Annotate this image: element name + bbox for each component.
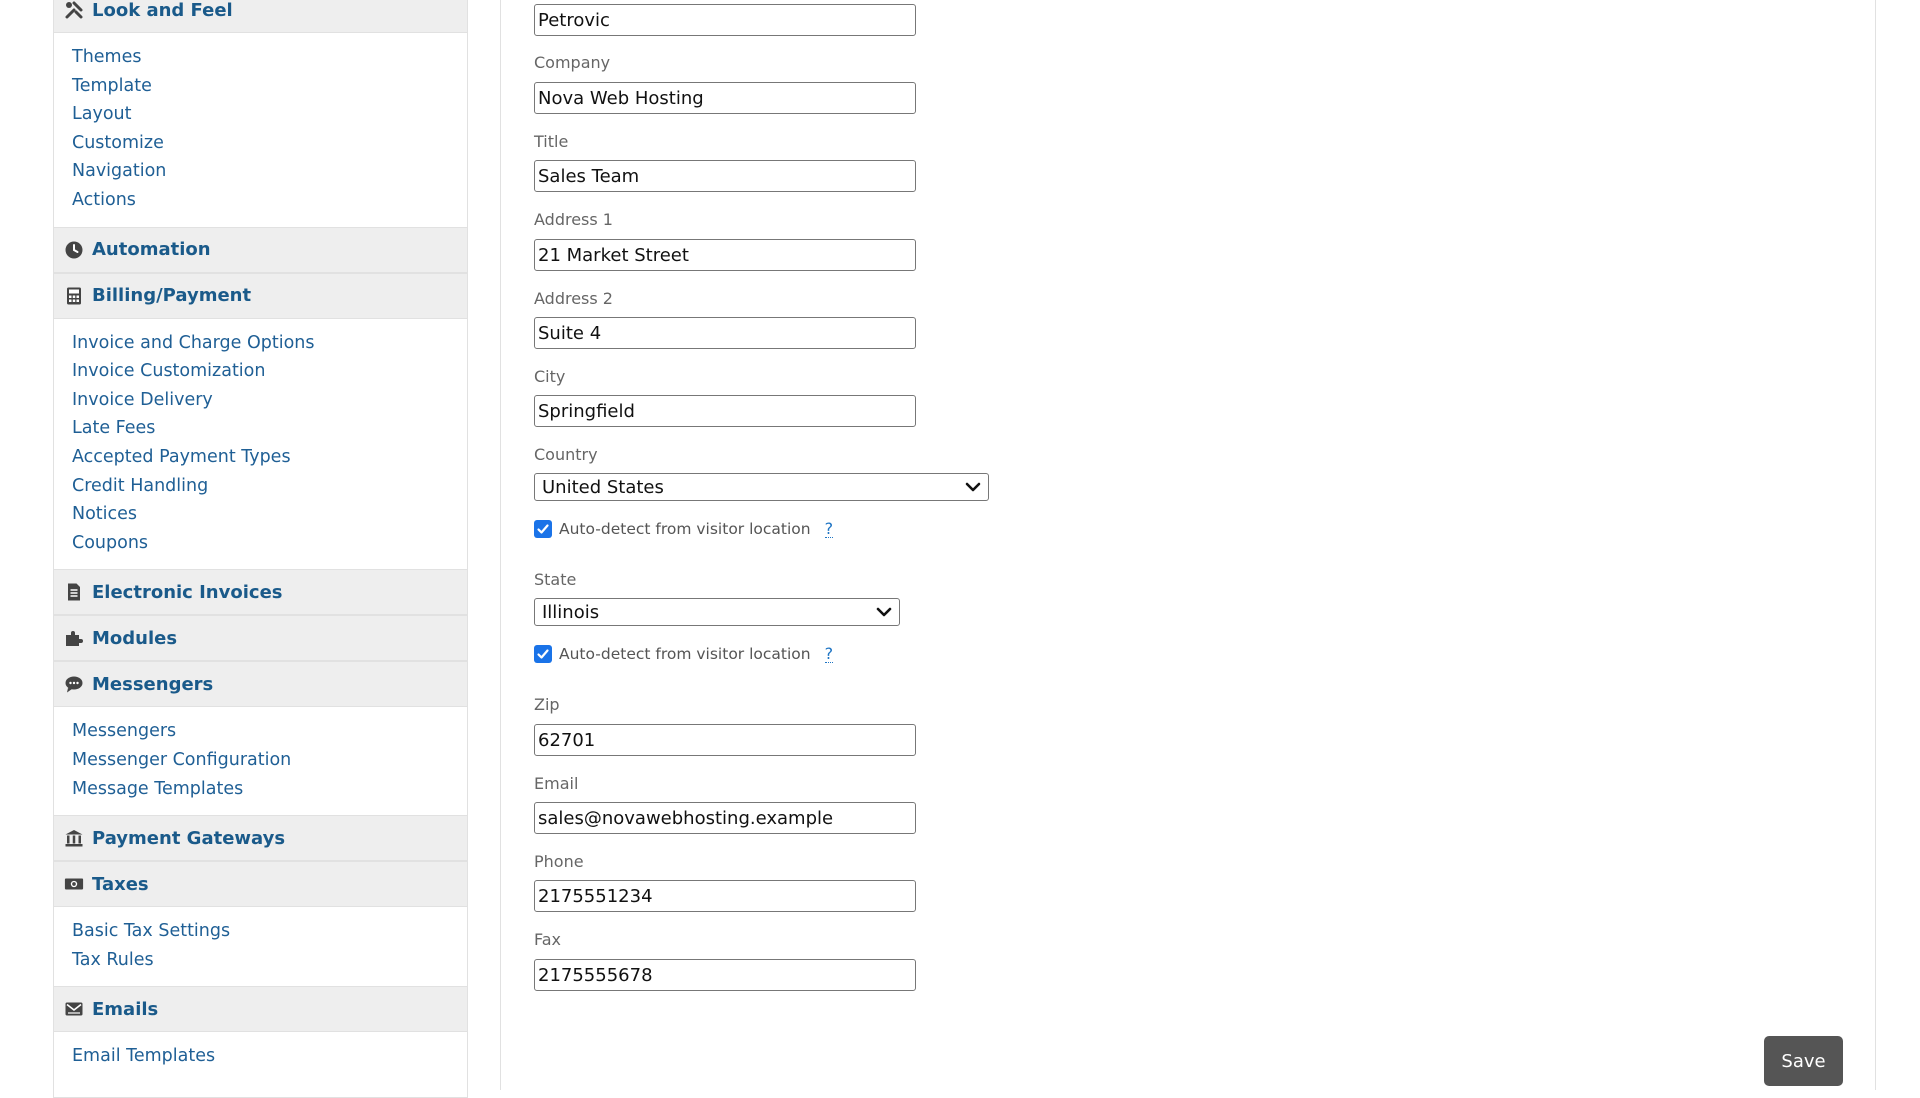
sidebar-item-notices[interactable]: Notices (72, 500, 467, 529)
country-autodetect-row: Auto-detect from visitor location ? (534, 520, 834, 538)
company-label: Company (534, 53, 611, 72)
phone-field[interactable] (534, 880, 916, 912)
state-autodetect-checkbox[interactable] (534, 645, 552, 663)
envelope-icon (64, 999, 84, 1019)
sidebar-item-message-templates[interactable]: Message Templates (72, 775, 467, 804)
sidebar-section-links: Messengers Messenger Configuration Message… (54, 707, 467, 815)
sidebar-section-label: Taxes (92, 873, 149, 895)
address1-field[interactable] (534, 239, 916, 271)
sidebar-section-messengers[interactable]: Messengers (54, 661, 467, 708)
sidebar-section-label: Modules (92, 627, 178, 649)
sidebar-section-links: Basic Tax Settings Tax Rules (54, 907, 467, 986)
sidebar-item-invoice-customization[interactable]: Invoice Customization (72, 357, 467, 386)
sidebar-section-label: Electronic Invoices (92, 581, 283, 603)
state-label: State (534, 570, 577, 589)
sidebar-item-accepted-payment-types[interactable]: Accepted Payment Types (72, 443, 467, 472)
sidebar-section-electronic-invoices[interactable]: Electronic Invoices (54, 569, 467, 616)
state-autodetect-row: Auto-detect from visitor location ? (534, 645, 834, 663)
sidebar-item-customize[interactable]: Customize (72, 129, 467, 158)
chevron-down-icon (965, 482, 981, 492)
clock-icon (64, 240, 84, 260)
sidebar-section-emails[interactable]: Emails (54, 986, 467, 1033)
email-field[interactable] (534, 802, 916, 834)
address1-label: Address 1 (534, 210, 613, 229)
country-autodetect-help-link[interactable]: ? (824, 520, 834, 538)
sidebar-section-label: Payment Gateways (92, 827, 286, 849)
city-field[interactable] (534, 395, 916, 427)
company-field[interactable] (534, 82, 916, 114)
sidebar-item-invoice-and-charge-options[interactable]: Invoice and Charge Options (72, 329, 467, 358)
sidebar-section-taxes[interactable]: Taxes (54, 861, 467, 908)
sidebar-section-automation[interactable]: Automation (54, 226, 467, 273)
state-select[interactable]: Illinois (534, 598, 900, 626)
chat-icon (64, 674, 84, 694)
state-autodetect-label: Auto-detect from visitor location (559, 645, 811, 663)
state-autodetect-help-link[interactable]: ? (824, 645, 834, 663)
sidebar-item-credit-handling[interactable]: Credit Handling (72, 472, 467, 501)
sidebar-section-links: Invoice and Charge Options Invoice Custom… (54, 319, 467, 570)
sidebar-item-messengers[interactable]: Messengers (72, 717, 467, 746)
sidebar-section-label: Automation (92, 239, 211, 261)
sidebar-section-look-and-feel[interactable]: Look and Feel (54, 0, 467, 33)
sidebar-section-label: Emails (92, 998, 159, 1020)
sidebar-item-coupons[interactable]: Coupons (72, 529, 467, 558)
sidebar-section-label: Look and Feel (92, 0, 233, 21)
chevron-down-icon (876, 607, 892, 617)
sidebar-item-template[interactable]: Template (72, 72, 467, 101)
city-label: City (534, 367, 566, 386)
address2-label: Address 2 (534, 289, 613, 308)
sidebar-item-invoice-delivery[interactable]: Invoice Delivery (72, 386, 467, 415)
document-icon (64, 582, 84, 602)
title-label: Title (534, 132, 569, 151)
bank-icon (64, 828, 84, 848)
sidebar-section-payment-gateways[interactable]: Payment Gateways (54, 815, 467, 862)
sidebar-item-late-fees[interactable]: Late Fees (72, 414, 467, 443)
country-autodetect-checkbox[interactable] (534, 520, 552, 538)
sidebar-item-themes[interactable]: Themes (72, 43, 467, 72)
money-icon (64, 874, 84, 894)
sidebar-item-layout[interactable]: Layout (72, 100, 467, 129)
phone-label: Phone (534, 852, 584, 871)
address2-field[interactable] (534, 317, 916, 349)
country-label: Country (534, 445, 598, 464)
sidebar-item-messenger-configuration[interactable]: Messenger Configuration (72, 746, 467, 775)
check-icon (537, 649, 549, 659)
sidebar: Look and Feel Themes Template Layout Customi… (53, 0, 468, 1098)
fax-field[interactable] (534, 959, 916, 991)
save-button[interactable]: Save (1764, 1036, 1843, 1086)
country-autodetect-label: Auto-detect from visitor location (559, 520, 811, 538)
email-label: Email (534, 774, 579, 793)
country-select[interactable]: United States (534, 473, 989, 501)
sidebar-section-billing-payment[interactable]: Billing/Payment (54, 272, 467, 319)
fax-label: Fax (534, 930, 562, 949)
sidebar-section-label: Messengers (92, 673, 214, 695)
zip-label: Zip (534, 695, 560, 714)
zip-field[interactable] (534, 724, 916, 756)
state-select-value: Illinois (542, 601, 600, 623)
sidebar-item-basic-tax-settings[interactable]: Basic Tax Settings (72, 917, 467, 946)
last-name-field[interactable] (534, 4, 916, 36)
sidebar-item-actions[interactable]: Actions (72, 186, 467, 215)
check-icon (537, 524, 549, 534)
sidebar-section-links: Email Templates (54, 1032, 467, 1083)
tools-icon (64, 0, 84, 20)
sidebar-section-label: Billing/Payment (92, 285, 252, 307)
sidebar-item-email-templates[interactable]: Email Templates (72, 1042, 467, 1071)
sidebar-item-tax-rules[interactable]: Tax Rules (72, 946, 467, 975)
country-select-value: United States (542, 476, 664, 498)
sidebar-section-links: Themes Template Layout Customize Navigation A… (54, 33, 467, 227)
sidebar-section-modules[interactable]: Modules (54, 615, 467, 662)
title-field[interactable] (534, 160, 916, 192)
puzzle-icon (64, 628, 84, 648)
sidebar-item-navigation[interactable]: Navigation (72, 157, 467, 186)
calculator-icon (64, 286, 84, 306)
